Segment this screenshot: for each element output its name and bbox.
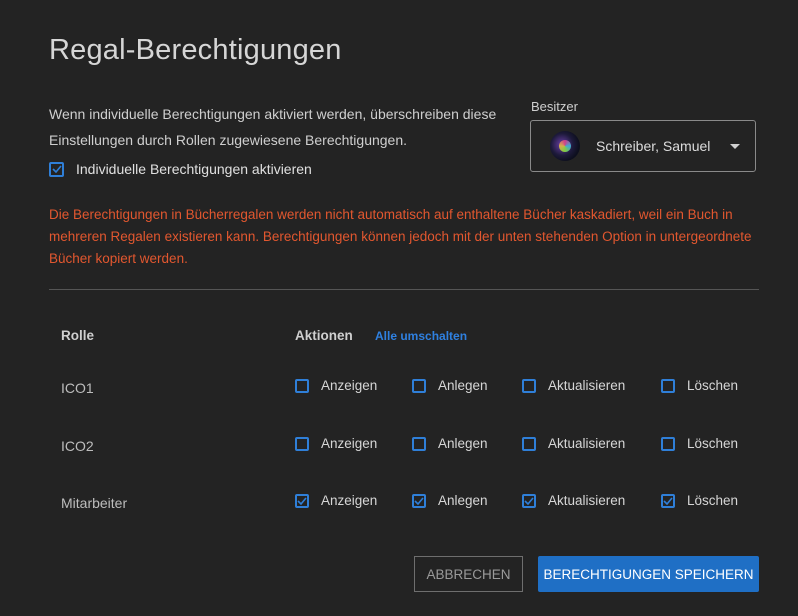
enable-checkbox-label: Individuelle Berechtigungen aktivieren	[76, 161, 312, 177]
permission-label: Aktualisieren	[548, 436, 626, 451]
avatar	[550, 131, 580, 161]
cascade-warning: Die Berechtigungen in Bücherregalen werd…	[49, 207, 752, 266]
permission-checkbox[interactable]	[522, 436, 536, 451]
permission-checkbox[interactable]	[661, 378, 675, 393]
permission-label: Anlegen	[438, 493, 488, 508]
permission-label: Aktualisieren	[548, 378, 626, 393]
permission-toggle[interactable]: Löschen	[661, 378, 738, 393]
permission-checkbox[interactable]	[522, 493, 536, 508]
permission-label: Anzeigen	[321, 493, 378, 508]
permission-toggle[interactable]: Anlegen	[412, 493, 488, 508]
role-label: ICO2	[61, 438, 94, 454]
cancel-button[interactable]: ABBRECHEN	[414, 556, 523, 592]
permission-checkbox[interactable]	[412, 378, 426, 393]
permission-toggle[interactable]: Anlegen	[412, 378, 488, 393]
owner-label: Besitzer	[531, 99, 578, 114]
permission-checkbox[interactable]	[295, 493, 309, 508]
permissions-dialog: Regal-Berechtigungen Wenn individuelle B…	[0, 0, 798, 616]
role-label: Mitarbeiter	[61, 495, 128, 511]
permission-label: Löschen	[687, 436, 739, 451]
toggle-all-link[interactable]: Alle umschalten	[375, 329, 467, 343]
permission-label: Anzeigen	[321, 378, 378, 393]
check-icon	[297, 496, 307, 505]
dialog-title: Regal-Berechtigungen	[49, 34, 342, 66]
permission-toggle[interactable]: Löschen	[661, 493, 738, 508]
permission-toggle[interactable]: Aktualisieren	[522, 378, 625, 393]
divider	[49, 289, 759, 290]
permission-label: Anlegen	[438, 378, 488, 393]
chevron-down-icon	[730, 143, 740, 149]
owner-name: Schreiber, Samuel	[596, 138, 711, 154]
permission-checkbox[interactable]	[522, 378, 536, 393]
permission-label: Anzeigen	[321, 436, 378, 451]
permission-checkbox[interactable]	[661, 436, 675, 451]
permission-label: Anlegen	[438, 436, 488, 451]
role-label: ICO1	[61, 380, 94, 396]
check-icon	[524, 496, 534, 505]
permission-checkbox[interactable]	[412, 493, 426, 508]
check-icon	[663, 496, 673, 505]
role-column-header: Rolle	[61, 328, 95, 343]
permission-label: Löschen	[687, 378, 739, 393]
permission-checkbox[interactable]	[295, 378, 309, 393]
enable-checkbox[interactable]	[49, 161, 64, 177]
permission-toggle[interactable]: Anzeigen	[295, 493, 377, 508]
permission-checkbox[interactable]	[661, 493, 675, 508]
owner-select[interactable]: Schreiber, Samuel	[530, 120, 756, 172]
permission-checkbox[interactable]	[295, 436, 309, 451]
check-icon	[414, 496, 424, 505]
save-permissions-button[interactable]: BERECHTIGUNGEN SPEICHERN	[538, 556, 759, 592]
check-icon	[51, 165, 62, 173]
permission-toggle[interactable]: Anlegen	[412, 436, 488, 451]
permission-checkbox[interactable]	[412, 436, 426, 451]
permission-label: Aktualisieren	[548, 493, 626, 508]
permission-toggle[interactable]: Löschen	[661, 436, 738, 451]
permission-toggle[interactable]: Aktualisieren	[522, 436, 625, 451]
enable-individual-permissions[interactable]: Individuelle Berechtigungen aktivieren	[49, 161, 312, 177]
permission-toggle[interactable]: Anzeigen	[295, 436, 377, 451]
intro-text: Wenn individuelle Berechtigungen aktivie…	[49, 106, 497, 148]
actions-column-header: Aktionen	[295, 328, 353, 343]
permission-label: Löschen	[687, 493, 739, 508]
permission-toggle[interactable]: Anzeigen	[295, 378, 377, 393]
permission-toggle[interactable]: Aktualisieren	[522, 493, 625, 508]
